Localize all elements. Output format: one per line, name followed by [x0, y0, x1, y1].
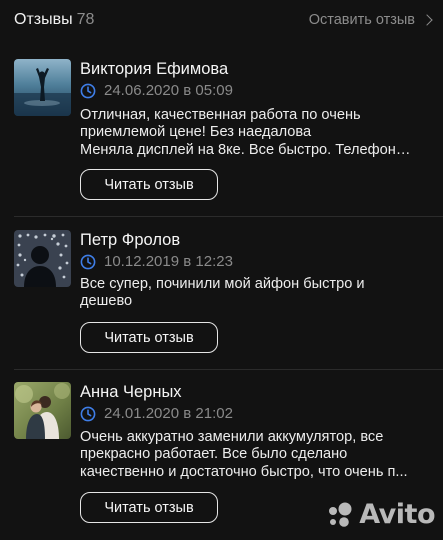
clock-icon: [80, 83, 96, 98]
avito-dots-icon: [329, 502, 352, 527]
review-date: 24.06.2020 в 05:09: [80, 82, 233, 99]
review-time-separator: в: [183, 253, 192, 270]
review-text: Отличная, качественная работа по очень п…: [80, 107, 411, 158]
person-in-water-photo: [14, 59, 71, 116]
review-date-value: 24.01.2020: [104, 405, 180, 422]
reviews-count: 78: [76, 11, 95, 28]
read-review-button[interactable]: Читать отзыв: [80, 169, 218, 200]
avito-watermark: Avito: [325, 499, 435, 530]
review-divider: [14, 369, 443, 370]
leave-review-label: Оставить отзыв: [308, 12, 415, 28]
review-divider: [14, 216, 443, 217]
clock-icon: [80, 254, 96, 269]
review-time-separator: в: [183, 405, 192, 422]
reviewer-avatar[interactable]: [14, 230, 71, 287]
review-time-value: 05:09: [195, 82, 233, 99]
review-date-value: 10.12.2019: [104, 253, 180, 270]
review-date: 10.12.2019 в 12:23: [80, 253, 233, 270]
reviews-title-text: Отзывы: [14, 11, 73, 28]
read-review-button[interactable]: Читать отзыв: [80, 492, 218, 523]
review-time-value: 12:23: [195, 253, 233, 270]
review-time-separator: в: [183, 82, 192, 99]
review-text: Все супер, починили мой айфон быстро и д…: [80, 276, 365, 310]
clock-icon: [80, 406, 96, 421]
reviews-header: Отзывы 78 Оставить отзыв: [0, 0, 443, 40]
reviews-title: Отзывы 78: [14, 11, 94, 29]
couple-outdoors-photo: [14, 382, 71, 439]
read-review-button[interactable]: Читать отзыв: [80, 322, 218, 353]
review-time-value: 21:02: [195, 405, 233, 422]
avito-watermark-text: Avito: [359, 499, 435, 530]
silhouette-with-lights-photo: [14, 230, 71, 287]
review-date: 24.01.2020 в 21:02: [80, 405, 233, 422]
review-text: Очень аккуратно заменили аккумулятор, вс…: [80, 429, 408, 480]
chevron-right-icon: [421, 14, 433, 26]
reviewer-name: Анна Черных: [80, 383, 182, 401]
reviewer-name: Петр Фролов: [80, 231, 181, 249]
reviewer-avatar[interactable]: [14, 59, 71, 116]
reviewer-name: Виктория Ефимова: [80, 60, 229, 78]
reviewer-avatar[interactable]: [14, 382, 71, 439]
leave-review-link[interactable]: Оставить отзыв: [308, 12, 433, 28]
review-date-value: 24.06.2020: [104, 82, 180, 99]
